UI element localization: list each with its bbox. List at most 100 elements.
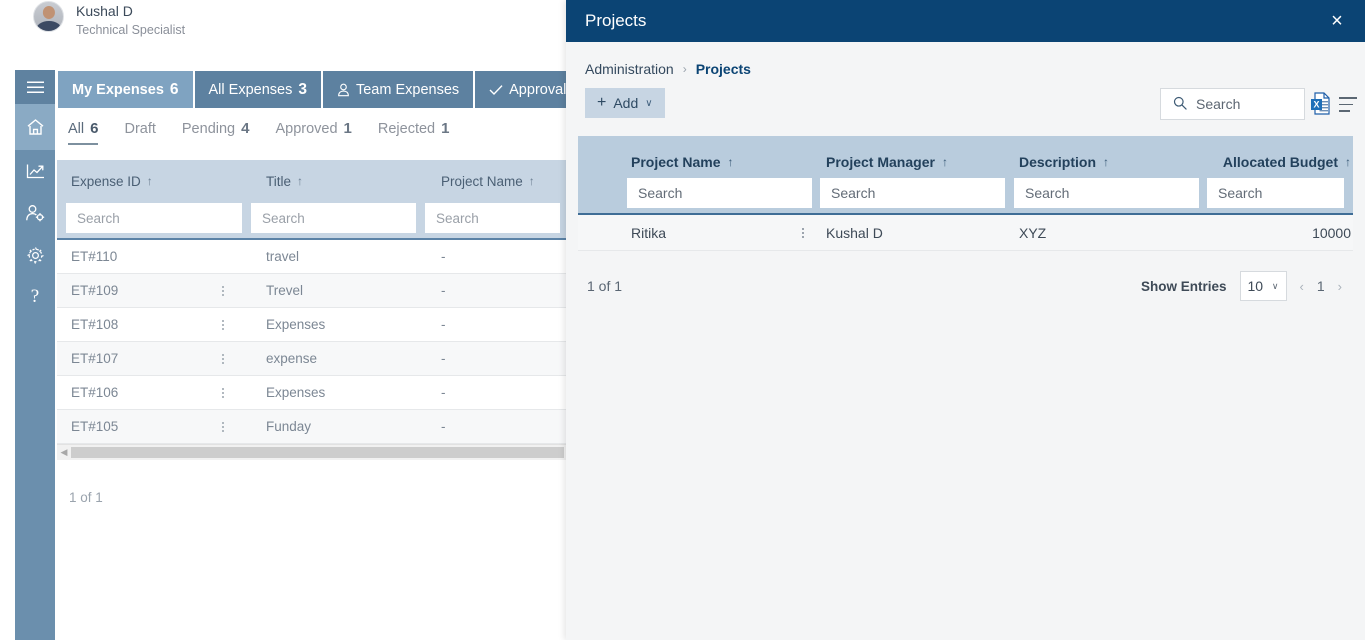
placeholder-text: Search [831,185,876,201]
show-entries-label: Show Entries [1141,278,1227,294]
column-header-allocated-budget[interactable]: Allocated Budget ↑ [1213,154,1353,170]
scroll-left-arrow-icon[interactable]: ◀ [57,445,71,461]
row-menu-icon[interactable] [222,420,224,434]
subtab-count: 1 [441,120,450,137]
breadcrumb: Administration › Projects [566,42,1365,77]
table-row[interactable]: ET#109 Trevel - [57,274,566,308]
subtab-approved[interactable]: Approved 1 [275,120,351,145]
row-menu-icon[interactable] [222,284,224,298]
sidebar-item-user-admin[interactable] [15,192,55,234]
column-header-expense-id[interactable]: Expense ID ↑ [57,174,252,189]
subtab-draft[interactable]: Draft [124,121,155,145]
table-row[interactable]: ET#105 Funday - [57,410,566,444]
pagination-controls: Show Entries 10 ∨ ‹ 1 › [1141,271,1342,301]
column-label: Description [1019,154,1097,170]
column-header-description[interactable]: Description ↑ [1019,154,1213,170]
filter-allocated-budget[interactable]: Search [1207,178,1344,208]
entries-per-page-select[interactable]: 10 ∨ [1239,271,1287,301]
cell-project-name: - [441,385,446,400]
subtab-label: All [68,121,85,137]
column-header-title[interactable]: Title ↑ [252,174,427,189]
placeholder-text: Search [638,185,683,201]
add-button-label: Add [613,95,639,111]
expenses-table: Expense ID ↑ Title ↑ Project Name ↑ Sear… [57,160,566,505]
cell-text: ET#109 [71,283,119,298]
sort-asc-icon: ↑ [146,174,153,188]
sidebar-item-menu[interactable] [15,70,55,104]
table-footer: 1 of 1 Show Entries 10 ∨ ‹ 1 › [578,271,1353,301]
tab-team-expenses[interactable]: Team Expenses [322,71,474,108]
sidebar-item-analytics[interactable] [15,150,55,192]
chevron-right-icon: › [682,62,687,76]
sidebar-item-help[interactable]: ? [15,276,55,318]
result-count: 1 of 1 [587,278,623,294]
cell-project-manager: Kushal D [826,224,883,241]
expense-main-tabs: My Expenses 6 All Expenses 3 Team Expens… [58,71,566,108]
column-header-project-name[interactable]: Project Name ↑ [427,174,566,189]
table-pager-count: 1 of 1 [69,490,103,505]
dialog-title: Projects [585,11,647,30]
avatar[interactable] [33,1,64,32]
horizontal-scrollbar[interactable]: ◀ [57,444,566,460]
table-filter-row: Search Search Search Search [578,178,1353,215]
sidebar-item-home[interactable] [15,104,55,150]
filter-project-name[interactable]: Search [627,178,812,208]
column-label: Title [266,173,292,189]
entries-value: 10 [1247,278,1264,294]
filter-project-manager[interactable]: Search [820,178,1005,208]
add-button[interactable]: + Add ∨ [585,88,665,118]
next-page-icon[interactable]: › [1338,279,1342,294]
subtab-all[interactable]: All 6 [68,120,99,145]
table-row[interactable]: ET#110 travel - [57,240,566,274]
filter-expense-id[interactable]: Search [66,203,242,233]
scrollbar-thumb[interactable] [71,447,564,458]
page-number-1[interactable]: 1 [1317,278,1325,294]
breadcrumb-administration[interactable]: Administration [585,61,674,77]
cell-expense-id: ET#110 [71,249,118,264]
cell-expense-id: ET#105 [57,419,252,434]
dialog-toolbar: + Add ∨ Search X [566,88,1365,134]
projects-dialog: Projects × Administration › Projects + A… [566,0,1365,640]
sort-asc-icon: ↑ [1103,155,1110,169]
row-menu-icon[interactable] [802,226,804,240]
placeholder-text: Search [262,210,305,226]
tab-count: 6 [169,80,179,98]
breadcrumb-projects: Projects [695,61,751,77]
sidebar-nav-rail: ? [15,70,55,640]
row-menu-icon[interactable] [222,318,224,332]
subtab-count: 6 [90,120,99,137]
cell-expense-id: ET#108 [57,317,252,332]
filter-title[interactable]: Search [251,203,416,233]
table-row[interactable]: Ritika Kushal D XYZ 10000 [578,215,1353,251]
row-menu-icon[interactable] [222,352,224,366]
placeholder-text: Search [77,210,120,226]
tab-all-expenses[interactable]: All Expenses 3 [194,71,321,108]
sort-asc-icon: ↑ [297,174,304,188]
subtab-rejected[interactable]: Rejected 1 [378,120,450,145]
filter-project-name[interactable]: Search [425,203,560,233]
column-label: Allocated Budget [1222,154,1338,170]
cell-description: XYZ [1019,224,1047,241]
subtab-pending[interactable]: Pending 4 [182,120,250,145]
cell-title: Funday [266,419,312,434]
column-label: Project Name [631,154,721,170]
column-label: Project Name [441,173,523,189]
list-settings-icon[interactable] [1339,97,1357,112]
cell-project-name: - [441,419,446,434]
table-row[interactable]: ET#108 Expenses - [57,308,566,342]
tab-approval[interactable]: Approval 9 [475,71,566,108]
column-header-project-name[interactable]: Project Name ↑ [631,154,826,170]
tab-label: My Expenses [72,81,164,98]
prev-page-icon[interactable]: ‹ [1300,279,1304,294]
table-row[interactable]: ET#106 Expenses - [57,376,566,410]
table-row[interactable]: ET#107 expense - [57,342,566,376]
excel-export-icon[interactable]: X [1310,92,1332,116]
search-input[interactable]: Search [1160,88,1305,120]
filter-description[interactable]: Search [1014,178,1199,208]
tab-my-expenses[interactable]: My Expenses 6 [58,71,193,108]
expense-sub-tabs: All 6 Draft Pending 4 Approved 1 Rejecte… [68,120,449,145]
close-icon[interactable]: × [1325,9,1349,33]
column-header-project-manager[interactable]: Project Manager ↑ [826,154,1019,170]
row-menu-icon[interactable] [222,386,224,400]
sidebar-item-settings[interactable] [15,234,55,276]
